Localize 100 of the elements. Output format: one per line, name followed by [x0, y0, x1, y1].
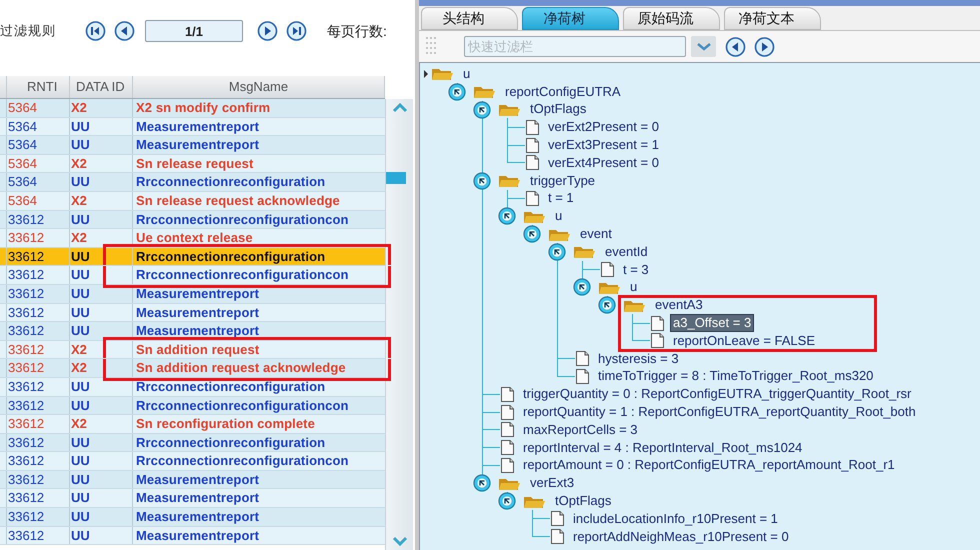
document-icon [500, 456, 515, 474]
next-page-icon[interactable] [257, 21, 278, 41]
table-cell: 5364 [7, 118, 70, 136]
tree-node-label[interactable]: reportAmount = 0 : ReportConfigEUTRA_reportAmount_Root_r1 [521, 457, 897, 474]
table-cell: X2 [70, 340, 133, 358]
collapse-icon[interactable] [448, 82, 466, 101]
table-row[interactable]: 33612 UU Measurementreport [0, 489, 385, 508]
folder-icon [498, 173, 521, 188]
document-icon [500, 421, 515, 438]
tree-node-label[interactable]: a3_Offset = 3 [671, 315, 754, 332]
table-cell: 5364 [7, 136, 70, 154]
column-header[interactable]: DATA ID [70, 76, 133, 98]
table-cell-text: Measurementreport [135, 118, 260, 136]
table-row[interactable]: 5364 UU Measurementreport [0, 118, 385, 136]
collapse-icon[interactable] [573, 278, 591, 296]
tree-node-label[interactable]: u [553, 208, 564, 224]
previous-icon[interactable] [725, 36, 746, 56]
table-row[interactable]: 33612 UU Rrcconnectionreconfigurationcon [0, 396, 385, 416]
collapse-icon[interactable] [473, 474, 491, 492]
table-row[interactable]: 5364 UU Rrcconnectionreconfiguration [0, 173, 385, 192]
table-row[interactable]: 33612 UU Measurementreport [0, 508, 385, 527]
tree-node-label[interactable]: triggerQuantity = 0 : ReportConfigEUTRA_triggerQuantity_Root_rsr [521, 386, 914, 402]
tab[interactable]: 原始码流 [623, 7, 720, 30]
collapse-icon[interactable] [473, 100, 491, 118]
next-icon[interactable] [754, 36, 775, 56]
collapse-icon[interactable] [523, 225, 541, 244]
table-row[interactable]: 5364 X2 Sn release request [0, 154, 385, 174]
column-header[interactable]: RNTI [7, 76, 70, 98]
chevron-down-icon [696, 42, 710, 50]
page-field[interactable]: 1/1 [145, 20, 243, 42]
last-page-icon[interactable] [286, 21, 307, 41]
table-row[interactable]: 33612 UU Measurementreport [0, 526, 385, 546]
table-cell-text: Sn addition request acknowledge [135, 359, 347, 377]
tab[interactable]: 净荷文本 [724, 7, 821, 30]
table-cell: 33612 [7, 359, 70, 377]
table-cell: 33612 [7, 304, 70, 322]
collapse-icon[interactable] [598, 296, 616, 314]
document-icon [525, 118, 540, 136]
scrollbar-thumb[interactable] [386, 172, 406, 184]
tree-node-label[interactable]: reportConfigEUTRA [503, 84, 623, 100]
table-cell-text: X2 sn modify confirm [135, 99, 272, 117]
table-row[interactable]: 33612 UU Rrcconnectionreconfiguration [0, 434, 385, 452]
tree-node-label[interactable]: hysteresis = 3 [596, 350, 681, 367]
tree-node-label[interactable]: verExt2Present = 0 [546, 119, 661, 136]
document-icon [500, 386, 515, 403]
first-page-icon[interactable] [85, 21, 106, 41]
table-cell: 33612 [7, 378, 70, 396]
tree-node-label[interactable]: event [578, 226, 614, 242]
tab[interactable]: 头结构 [421, 7, 518, 30]
table-row[interactable]: 33612 UU Measurementreport [0, 304, 385, 322]
tree-node-label[interactable]: verExt3Present = 1 [546, 137, 661, 154]
dropdown-button[interactable] [691, 36, 716, 57]
table-row[interactable]: 33612 UU Rrcconnectionreconfigurationcon [0, 452, 385, 471]
tree-node-label[interactable]: reportInterval = 4 : ReportInterval_Root_ms1024 [521, 440, 804, 456]
collapse-icon[interactable] [473, 172, 491, 190]
tree-node-label[interactable]: reportOnLeave = FALSE [671, 332, 818, 349]
table-row[interactable]: 33612 UU Measurementreport [0, 470, 385, 490]
table-row[interactable]: 33612 UU Rrcconnectionreconfigurationcon [0, 210, 385, 230]
tree-node-label[interactable]: reportAddNeighMeas_r10Present = 0 [571, 528, 791, 545]
table-row[interactable]: 33612 X2 Sn reconfiguration complete [0, 415, 385, 434]
document-icon [500, 439, 515, 456]
tree-node-label[interactable]: maxReportCells = 3 [521, 422, 640, 438]
tree-node-label[interactable]: tOptFlags [553, 493, 614, 510]
tree-node-label[interactable]: u [461, 66, 472, 82]
tree-node-label[interactable]: verExt3 [528, 475, 576, 492]
expand-arrow-icon[interactable] [423, 70, 429, 78]
collapse-icon[interactable] [548, 242, 566, 261]
previous-page-icon[interactable] [114, 21, 135, 41]
collapse-icon[interactable] [498, 492, 516, 510]
tree-node-label[interactable]: eventA3 [653, 297, 705, 314]
document-icon [575, 368, 590, 385]
tree-node-label[interactable]: eventId [603, 244, 650, 260]
tree-node-label[interactable]: u [628, 279, 640, 296]
document-icon [550, 510, 565, 528]
table-cell: 33612 [7, 340, 70, 358]
tree-node-label[interactable]: t = 1 [546, 190, 576, 206]
collapse-icon[interactable] [498, 207, 516, 226]
scrollbar[interactable] [385, 99, 413, 550]
column-header[interactable]: MsgName [133, 76, 385, 98]
table-row[interactable]: 5364 UU Measurementreport [0, 136, 385, 155]
table-cell: 33612 [7, 248, 70, 266]
tree-node-label[interactable]: tOptFlags [528, 101, 588, 118]
table-cell: 33612 [7, 470, 70, 488]
rows-per-page-label: 每页行数: [327, 22, 387, 41]
table-cell: 33612 [7, 229, 70, 247]
document-icon [525, 136, 540, 154]
filter-field[interactable]: 快速过滤栏 [464, 36, 686, 57]
tab[interactable]: 净荷树 [522, 7, 619, 30]
document-icon [650, 314, 665, 332]
tree-node-label[interactable]: includeLocationInfo_r10Present = 1 [571, 510, 780, 527]
table-cell: X2 [70, 192, 133, 210]
document-icon [500, 404, 515, 421]
table-cell: UU [70, 452, 133, 470]
tree-node-label[interactable]: timeToTrigger = 8 : TimeToTrigger_Root_ms320 [596, 368, 876, 384]
tree-node-label[interactable]: verExt4Present = 0 [546, 154, 661, 171]
tree-node-label[interactable]: t = 3 [621, 262, 651, 278]
tree-node-label[interactable]: reportQuantity = 1 : ReportConfigEUTRA_reportQuantity_Root_both [521, 404, 918, 420]
tree-node-label[interactable]: triggerType [528, 172, 598, 189]
document-icon [575, 350, 590, 368]
table-row[interactable]: 5364 X2 Sn release request acknowledge [0, 192, 385, 211]
